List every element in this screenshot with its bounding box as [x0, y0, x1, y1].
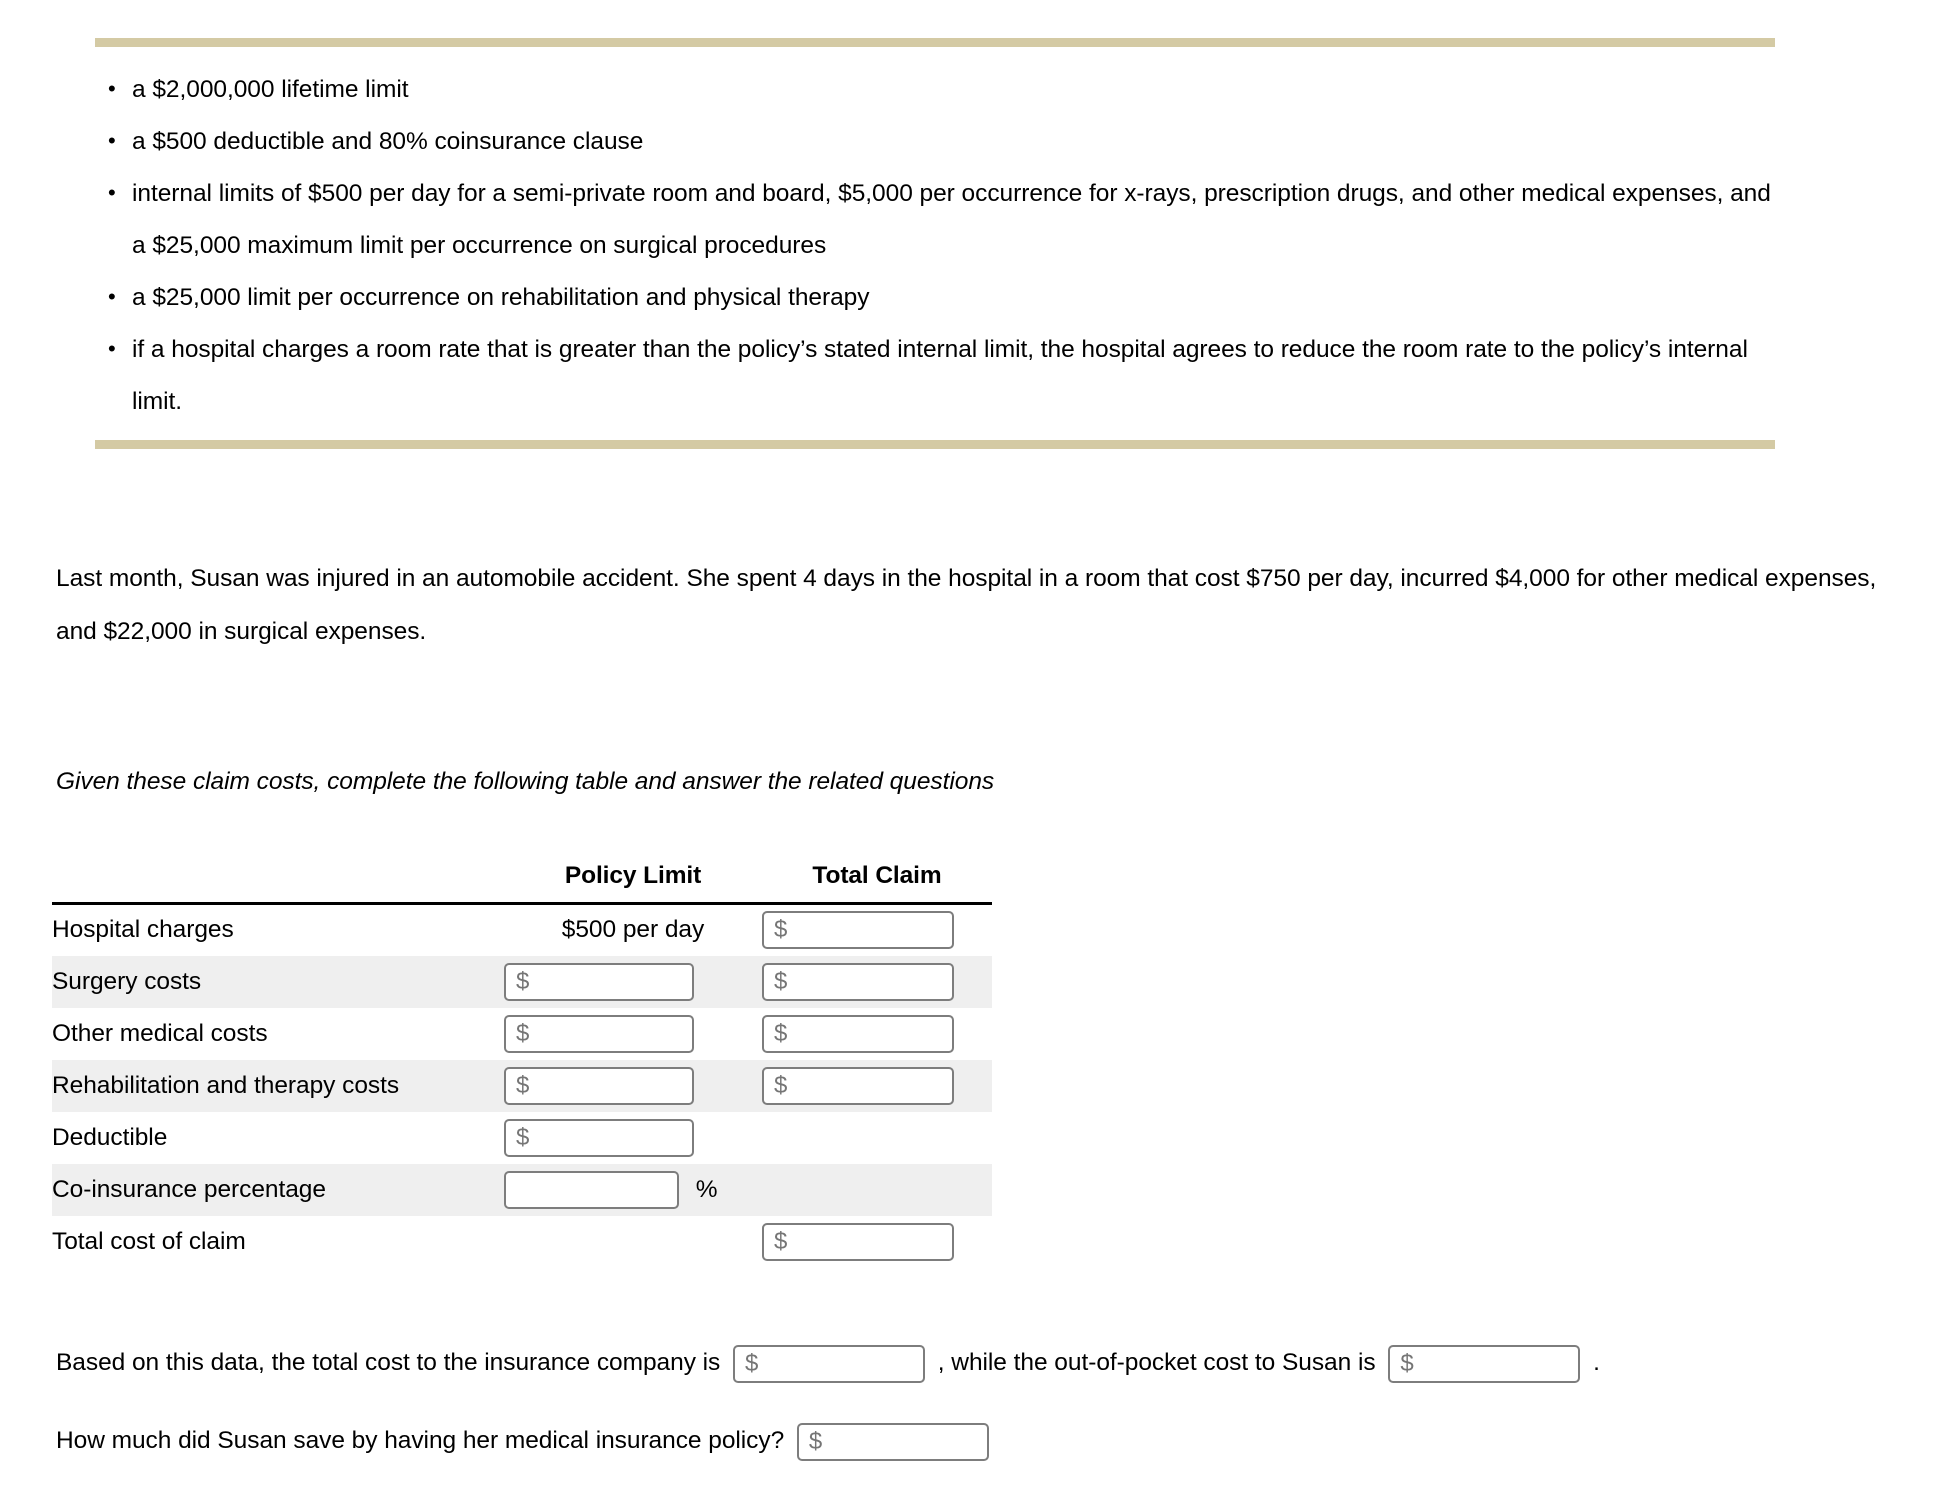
claim-table-header: Policy Limit Total Claim	[52, 862, 992, 905]
cell-total-claim-other-medical-costs	[762, 1008, 992, 1060]
table-row: Co-insurance percentage %	[52, 1163, 992, 1216]
policy-details-block: a $2,000,000 lifetime limit a $500 deduc…	[0, 0, 1959, 449]
cell-policy-limit-deductible	[504, 1112, 762, 1164]
cell-policy-limit-hospital-charges: $500 per day	[561, 916, 705, 944]
policy-bullet-item: a $25,000 limit per occurrence on rehabi…	[100, 271, 1780, 324]
percent-symbol: %	[695, 1175, 718, 1203]
cell-policy-limit-coinsurance-percentage: %	[504, 1164, 762, 1216]
input-total-claim-other-medical-costs[interactable]	[762, 1014, 954, 1053]
cell-total-claim-deductible-empty	[762, 1112, 992, 1164]
cell-total-claim-hospital-charges	[762, 904, 992, 956]
question-1-text-part-1: Based on this data, the total cost to th…	[56, 1349, 721, 1376]
claim-table-body: Hospital charges $500 per day Surgery co…	[52, 904, 992, 1268]
row-label-hospital-charges: Hospital charges	[52, 916, 234, 944]
table-row: Hospital charges $500 per day	[52, 904, 992, 956]
policy-bullet-item: a $500 deductible and 80% coinsurance cl…	[100, 115, 1780, 168]
cell-policy-limit-other-medical-costs	[504, 1008, 762, 1060]
cell-total-claim-total-cost-of-claim	[762, 1216, 992, 1268]
cell-policy-limit-total-cost-empty	[504, 1216, 762, 1268]
cell-policy-limit-surgery-costs	[504, 956, 762, 1008]
input-total-claim-rehabilitation-therapy-costs[interactable]	[762, 1066, 954, 1105]
input-policy-limit-deductible[interactable]	[504, 1118, 694, 1157]
policy-bullet-item: if a hospital charges a room rate that i…	[100, 323, 1780, 428]
cell-total-claim-rehabilitation-therapy-costs	[762, 1060, 992, 1112]
cell-policy-limit-rehabilitation-therapy-costs	[504, 1060, 762, 1112]
table-header-row: Policy Limit Total Claim	[52, 862, 992, 905]
scenario-paragraph: Last month, Susan was injured in an auto…	[56, 564, 1877, 645]
table-row: Other medical costs	[52, 1008, 992, 1060]
input-total-claim-hospital-charges[interactable]	[762, 911, 954, 950]
input-policy-limit-surgery-costs[interactable]	[504, 962, 694, 1001]
input-policy-limit-coinsurance-percentage[interactable]	[504, 1170, 679, 1209]
question-insurance-cost-line: Based on this data, the total cost to th…	[56, 1342, 1600, 1384]
cell-total-claim-surgery-costs	[762, 956, 992, 1008]
question-1-text-part-2: , while the out-of-pocket cost to Susan …	[937, 1349, 1376, 1376]
policy-bullet-item: internal limits of $500 per day for a se…	[100, 167, 1780, 272]
cell-total-claim-coinsurance-empty	[762, 1164, 992, 1216]
input-policy-limit-rehabilitation-therapy-costs[interactable]	[504, 1066, 694, 1105]
question-savings-line: How much did Susan save by having her me…	[56, 1420, 995, 1462]
input-insurance-company-cost[interactable]	[733, 1344, 926, 1383]
table-row: Deductible	[52, 1112, 992, 1164]
input-policy-limit-other-medical-costs[interactable]	[504, 1014, 694, 1053]
row-label-rehabilitation-therapy-costs: Rehabilitation and therapy costs	[52, 1071, 400, 1099]
row-label-coinsurance-percentage: Co-insurance percentage	[52, 1175, 326, 1203]
divider-bar-bottom	[95, 440, 1775, 449]
claim-table-container: Policy Limit Total Claim Hospital charge…	[52, 862, 992, 1268]
input-total-claim-total-cost-of-claim[interactable]	[762, 1222, 954, 1261]
divider-bar-top	[95, 38, 1775, 47]
policy-bullet-item: a $2,000,000 lifetime limit	[100, 63, 1780, 116]
row-label-deductible: Deductible	[52, 1123, 168, 1151]
policy-bullet-list: a $2,000,000 lifetime limit a $500 deduc…	[0, 47, 1959, 428]
input-savings-amount[interactable]	[796, 1422, 989, 1461]
header-total-claim: Total Claim	[762, 862, 992, 905]
claim-table: Policy Limit Total Claim Hospital charge…	[52, 862, 992, 1268]
table-row: Total cost of claim	[52, 1216, 992, 1268]
instruction-text: Given these claim costs, complete the fo…	[56, 767, 995, 795]
row-label-other-medical-costs: Other medical costs	[52, 1019, 268, 1047]
question-2-text: How much did Susan save by having her me…	[56, 1427, 785, 1454]
header-policy-limit: Policy Limit	[504, 862, 762, 905]
table-row: Rehabilitation and therapy costs	[52, 1059, 992, 1112]
input-out-of-pocket-cost[interactable]	[1388, 1344, 1581, 1383]
header-blank	[52, 862, 504, 905]
row-label-total-cost-of-claim: Total cost of claim	[52, 1227, 246, 1255]
table-row: Surgery costs	[52, 955, 992, 1008]
row-label-surgery-costs: Surgery costs	[52, 967, 202, 995]
input-total-claim-surgery-costs[interactable]	[762, 962, 954, 1001]
question-1-text-part-3: .	[1593, 1349, 1600, 1376]
